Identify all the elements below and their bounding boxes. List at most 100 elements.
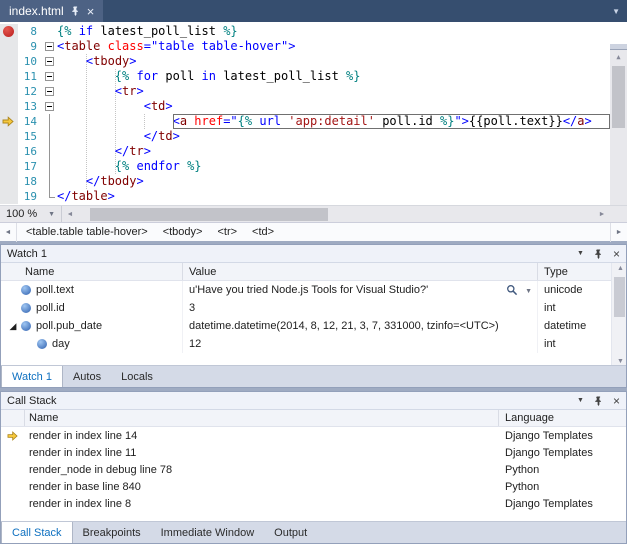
close-icon[interactable]: × — [613, 395, 620, 407]
code-token: for — [136, 69, 158, 83]
scroll-down-icon[interactable]: ▼ — [612, 358, 627, 365]
scroll-up-icon[interactable]: ▲ — [612, 265, 627, 272]
column-header-name[interactable]: Name — [25, 410, 499, 426]
watch-value-cell[interactable]: 12 — [183, 335, 538, 353]
tab-output[interactable]: Output — [264, 522, 317, 543]
glyph-margin[interactable] — [0, 144, 18, 159]
column-header-name[interactable]: Name — [1, 263, 183, 280]
breadcrumb-tag[interactable]: <td> — [252, 226, 274, 238]
code-line[interactable]: 13 <td> — [0, 99, 610, 114]
tab-index-html[interactable]: index.html × — [0, 0, 103, 22]
code-line[interactable]: 15 </td> — [0, 129, 610, 144]
watch-value-cell[interactable]: datetime.datetime(2014, 8, 12, 21, 3, 7,… — [183, 317, 538, 335]
chevron-down-icon[interactable]: ▼ — [525, 288, 532, 295]
breadcrumb-tag[interactable]: <tr> — [217, 226, 237, 238]
glyph-margin[interactable] — [0, 54, 18, 69]
code-token: > — [585, 114, 592, 128]
code-line[interactable]: 8{% if latest_poll_list %} — [0, 24, 610, 39]
fold-collapse-icon[interactable] — [45, 102, 54, 111]
code-token: =" — [223, 114, 237, 128]
callstack-frame[interactable]: render_node in debug line 78Python — [1, 461, 626, 478]
code-text: <tbody> — [86, 54, 610, 69]
tab-locals[interactable]: Locals — [111, 366, 163, 387]
close-icon[interactable]: × — [613, 248, 620, 260]
line-number: 19 — [18, 189, 44, 204]
scrollbar-thumb[interactable] — [614, 277, 625, 317]
fold-margin — [44, 39, 57, 54]
watch-row[interactable]: ◢poll.pub_datedatetime.datetime(2014, 8,… — [1, 317, 626, 335]
column-header-language[interactable]: Language — [499, 410, 626, 426]
breadcrumb-tag[interactable]: <tbody> — [163, 226, 203, 238]
scrollbar-thumb[interactable] — [612, 66, 625, 128]
code-token: > — [108, 189, 115, 203]
glyph-margin[interactable] — [0, 39, 18, 54]
glyph-margin[interactable] — [0, 99, 18, 114]
expander-icon[interactable]: ◢ — [5, 321, 21, 332]
fold-margin — [44, 144, 57, 159]
tag-nav-right-icon[interactable]: ► — [610, 223, 627, 242]
watch-value-cell[interactable]: 3 — [183, 299, 538, 317]
watch-row[interactable]: poll.id3int — [1, 299, 626, 317]
scroll-left-icon[interactable]: ◄ — [62, 211, 78, 218]
code-line[interactable]: 18 </tbody> — [0, 174, 610, 189]
callstack-frame[interactable]: render in base line 840Python — [1, 478, 626, 495]
tab-call-stack[interactable]: Call Stack — [1, 522, 73, 543]
tab-breakpoints[interactable]: Breakpoints — [73, 522, 151, 543]
code-line[interactable]: 17 {% endfor %} — [0, 159, 610, 174]
breakpoint-icon[interactable] — [3, 26, 14, 37]
code-line[interactable]: 9<table class="table table-hover"> — [0, 39, 610, 54]
code-line[interactable]: 14 <a href="{% url 'app:detail' poll.id … — [0, 114, 610, 129]
code-line[interactable]: 12 <tr> — [0, 84, 610, 99]
tag-nav-left-icon[interactable]: ◄ — [0, 223, 17, 242]
vertical-scrollbar[interactable]: ▲ ▼ — [611, 263, 626, 367]
scroll-right-icon[interactable]: ► — [594, 211, 610, 218]
magnifier-icon[interactable] — [506, 284, 518, 299]
watch-value-cell[interactable]: u'Have you tried Node.js Tools for Visua… — [183, 281, 538, 299]
tab-watch-1[interactable]: Watch 1 — [1, 366, 63, 387]
code-line[interactable]: 10 <tbody> — [0, 54, 610, 69]
tab-immediate-window[interactable]: Immediate Window — [151, 522, 265, 543]
breadcrumb-tag[interactable]: <table.table table-hover> — [26, 226, 148, 238]
glyph-margin[interactable] — [0, 84, 18, 99]
fold-collapse-icon[interactable] — [45, 42, 54, 51]
code-token: td — [158, 129, 172, 143]
pin-icon[interactable] — [594, 249, 603, 259]
code-text: <td> — [144, 99, 610, 114]
glyph-margin[interactable] — [0, 129, 18, 144]
glyph-margin[interactable] — [0, 159, 18, 174]
code-editor[interactable]: 8{% if latest_poll_list %}9<table class=… — [0, 22, 627, 205]
frame-name: render in index line 14 — [25, 430, 499, 442]
window-position-icon[interactable]: ▼ — [577, 250, 584, 257]
zoom-select[interactable]: 100 % ▼ — [0, 206, 62, 223]
close-icon[interactable]: × — [87, 5, 95, 18]
callstack-frame[interactable]: render in index line 11Django Templates — [1, 444, 626, 461]
glyph-margin[interactable] — [0, 114, 18, 129]
watch-row[interactable]: day12int — [1, 335, 626, 353]
scroll-up-icon[interactable]: ▲ — [610, 53, 627, 61]
pin-icon[interactable] — [71, 6, 80, 16]
pin-icon[interactable] — [594, 396, 603, 406]
glyph-margin[interactable] — [0, 24, 18, 39]
glyph-margin[interactable] — [0, 69, 18, 84]
code-line[interactable]: 19</table> — [0, 189, 610, 204]
window-position-icon[interactable]: ▼ — [577, 397, 584, 404]
vertical-scrollbar[interactable]: ▲ ▼ — [610, 50, 627, 205]
scrollbar-thumb[interactable] — [90, 208, 328, 221]
tab-autos[interactable]: Autos — [63, 366, 111, 387]
watch-row[interactable]: poll.textu'Have you tried Node.js Tools … — [1, 281, 626, 299]
column-header-value[interactable]: Value — [183, 263, 538, 280]
callstack-frame[interactable]: render in index line 14Django Templates — [1, 427, 626, 444]
code-indent — [57, 84, 115, 99]
fold-collapse-icon[interactable] — [45, 72, 54, 81]
code-line[interactable]: 11 {% for poll in latest_poll_list %} — [0, 69, 610, 84]
glyph-margin[interactable] — [0, 189, 18, 204]
glyph-margin[interactable] — [0, 174, 18, 189]
callstack-frame[interactable]: render in index line 8Django Templates — [1, 495, 626, 512]
code-indent — [57, 54, 86, 69]
tab-list-dropdown-icon[interactable]: ▼ — [612, 7, 620, 16]
value-inspector[interactable]: ▼ — [502, 284, 532, 299]
horizontal-scrollbar[interactable] — [78, 206, 594, 223]
fold-collapse-icon[interactable] — [45, 57, 54, 66]
fold-collapse-icon[interactable] — [45, 87, 54, 96]
code-line[interactable]: 16 </tr> — [0, 144, 610, 159]
